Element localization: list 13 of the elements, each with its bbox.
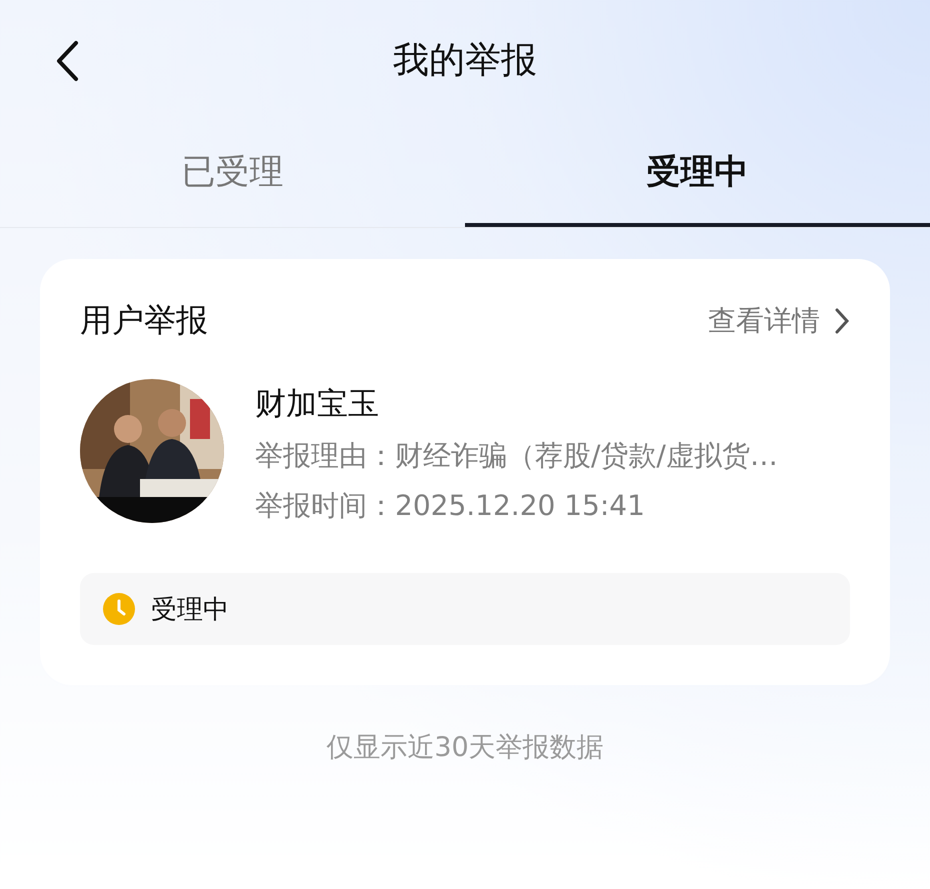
tab[interactable]: 已受理 bbox=[0, 120, 465, 227]
card-title: 用户举报 bbox=[80, 300, 208, 341]
report-reason: 举报理由：财经诈骗（荐股/贷款/虚拟货… bbox=[255, 438, 778, 474]
details-link[interactable]: 查看详情 bbox=[708, 302, 850, 340]
page-title: 我的举报 bbox=[393, 38, 537, 82]
report-time: 举报时间：2025.12.20 15:41 bbox=[255, 488, 646, 524]
footer-note: 仅显示近30天举报数据 bbox=[326, 731, 604, 765]
back-icon bbox=[54, 40, 80, 82]
clock-icon bbox=[103, 593, 135, 625]
chevron-icon bbox=[834, 307, 850, 335]
status-label: 受理中 bbox=[151, 594, 229, 626]
user-name: 财加宝玉 bbox=[255, 385, 380, 424]
tab[interactable]: 受理中 bbox=[465, 120, 930, 227]
